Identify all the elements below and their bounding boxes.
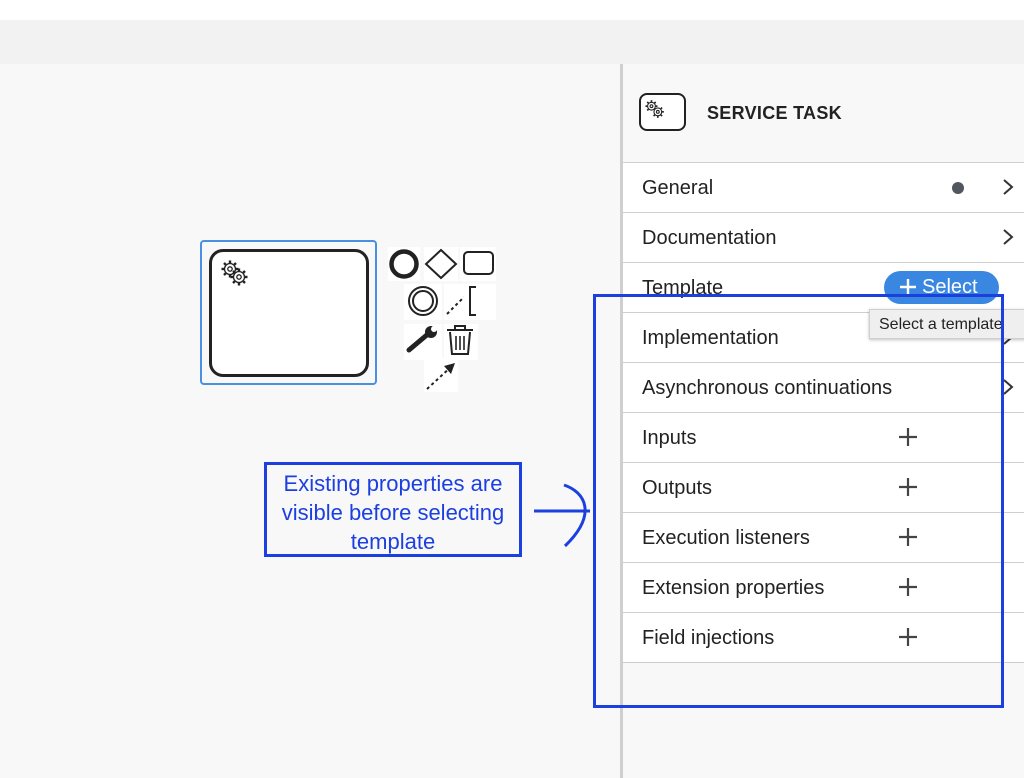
annotation-line-2: visible before selecting <box>281 500 505 525</box>
group-label: Documentation <box>642 227 777 249</box>
intermediate-event-icon[interactable] <box>404 284 442 320</box>
group-asynchronous-continuations[interactable]: Asynchronous continuations <box>623 363 1024 413</box>
group-documentation[interactable]: Documentation <box>623 213 1024 263</box>
task-icon[interactable] <box>460 247 496 281</box>
group-label: Execution listeners <box>642 527 810 549</box>
group-execution-listeners[interactable]: Execution listeners <box>623 513 1024 563</box>
group-label: Outputs <box>642 477 713 499</box>
plus-icon[interactable] <box>898 577 918 597</box>
group-label: Implementation <box>642 327 779 349</box>
group-general[interactable]: General <box>623 163 1024 213</box>
group-outputs[interactable]: Outputs <box>623 463 1024 513</box>
group-extension-properties[interactable]: Extension properties <box>623 563 1024 613</box>
service-task-shape[interactable] <box>209 249 369 377</box>
properties-panel: SERVICE TASK General Documentation Templ… <box>623 64 1024 778</box>
annotation-line-3: template <box>350 529 436 554</box>
plus-icon[interactable] <box>898 627 918 647</box>
group-label: Field injections <box>642 627 775 649</box>
panel-title: SERVICE TASK <box>707 103 842 123</box>
group-inputs[interactable]: Inputs <box>623 413 1024 463</box>
text-annotation-icon[interactable] <box>444 284 496 320</box>
plus-icon[interactable] <box>898 477 918 497</box>
top-toolbar <box>0 20 1024 64</box>
data-indicator-dot <box>952 182 964 194</box>
context-pad-icons <box>388 247 496 392</box>
chevron-right-icon[interactable] <box>997 376 1019 398</box>
trash-icon[interactable] <box>444 324 478 360</box>
gateway-icon[interactable] <box>424 247 458 281</box>
group-label: Inputs <box>642 427 697 449</box>
connect-arrow-icon[interactable] <box>424 358 458 392</box>
annotation-text: Existing properties are visible before s… <box>267 469 519 556</box>
group-template[interactable]: Template Select <box>623 263 1024 313</box>
group-label: General <box>642 177 714 199</box>
annotation-line-1: Existing properties are <box>283 471 503 496</box>
group-label: Template <box>642 277 724 299</box>
plus-icon[interactable] <box>898 427 918 447</box>
annotation-box: Existing properties are visible before s… <box>264 462 522 557</box>
service-task-header-icon <box>639 93 686 131</box>
end-event-icon[interactable] <box>388 247 420 281</box>
gear-icon <box>221 260 248 286</box>
gear-icon <box>645 100 664 118</box>
plus-icon <box>900 279 916 295</box>
group-label: Asynchronous continuations <box>642 377 893 399</box>
select-button-label: Select <box>922 276 978 298</box>
context-pad <box>386 244 498 392</box>
select-template-button[interactable]: Select <box>884 271 999 304</box>
chevron-right-icon[interactable] <box>997 176 1019 198</box>
chevron-right-icon[interactable] <box>997 226 1019 248</box>
group-field-injections[interactable]: Field injections <box>623 613 1024 663</box>
group-label: Extension properties <box>642 577 825 599</box>
annotation-arrow <box>534 483 590 548</box>
plus-icon[interactable] <box>898 527 918 547</box>
select-template-tooltip: Select a template <box>869 309 1024 339</box>
wrench-icon[interactable] <box>404 324 442 360</box>
diagram-canvas[interactable] <box>0 64 620 778</box>
